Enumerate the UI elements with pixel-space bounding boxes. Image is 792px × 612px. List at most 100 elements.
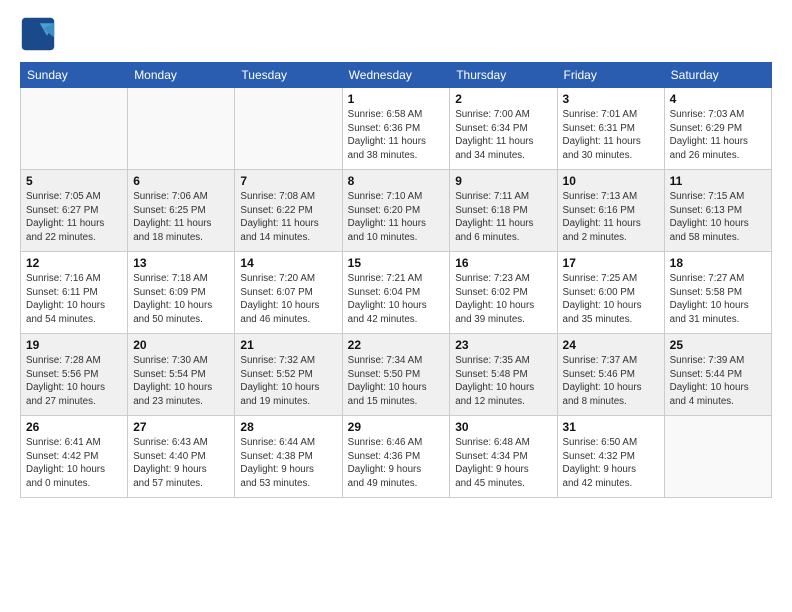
day-number: 25 bbox=[670, 338, 766, 352]
day-info: Sunrise: 6:58 AM Sunset: 6:36 PM Dayligh… bbox=[348, 108, 445, 163]
calendar: SundayMondayTuesdayWednesdayThursdayFrid… bbox=[20, 62, 772, 498]
day-number: 4 bbox=[670, 92, 766, 106]
day-info: Sunrise: 7:00 AM Sunset: 6:34 PM Dayligh… bbox=[455, 108, 551, 163]
calendar-cell: 15 Sunrise: 7:21 AM Sunset: 6:04 PM Dayli… bbox=[342, 252, 450, 334]
day-info: Sunrise: 6:50 AM Sunset: 4:32 PM Dayligh… bbox=[563, 436, 659, 491]
weekday-header-thursday: Thursday bbox=[450, 63, 557, 88]
day-number: 29 bbox=[348, 420, 445, 434]
calendar-cell: 31 Sunrise: 6:50 AM Sunset: 4:32 PM Dayli… bbox=[557, 416, 664, 498]
calendar-cell bbox=[21, 88, 128, 170]
weekday-header-wednesday: Wednesday bbox=[342, 63, 450, 88]
day-info: Sunrise: 7:15 AM Sunset: 6:13 PM Dayligh… bbox=[670, 190, 766, 245]
calendar-cell: 9 Sunrise: 7:11 AM Sunset: 6:18 PM Daylig… bbox=[450, 170, 557, 252]
day-number: 15 bbox=[348, 256, 445, 270]
week-row-0: 1 Sunrise: 6:58 AM Sunset: 6:36 PM Daylig… bbox=[21, 88, 772, 170]
day-number: 6 bbox=[133, 174, 229, 188]
day-info: Sunrise: 7:23 AM Sunset: 6:02 PM Dayligh… bbox=[455, 272, 551, 327]
header bbox=[20, 16, 772, 52]
calendar-cell: 17 Sunrise: 7:25 AM Sunset: 6:00 PM Dayli… bbox=[557, 252, 664, 334]
day-number: 16 bbox=[455, 256, 551, 270]
week-row-3: 19Sunrise: 7:28 AM Sunset: 5:56 PM Dayli… bbox=[21, 334, 772, 416]
day-number: 2 bbox=[455, 92, 551, 106]
day-number: 8 bbox=[348, 174, 445, 188]
day-number: 30 bbox=[455, 420, 551, 434]
logo bbox=[20, 16, 60, 52]
day-number: 24 bbox=[563, 338, 659, 352]
calendar-cell: 23Sunrise: 7:35 AM Sunset: 5:48 PM Dayli… bbox=[450, 334, 557, 416]
day-number: 11 bbox=[670, 174, 766, 188]
calendar-cell: 30 Sunrise: 6:48 AM Sunset: 4:34 PM Dayli… bbox=[450, 416, 557, 498]
day-info: Sunrise: 7:35 AM Sunset: 5:48 PM Dayligh… bbox=[455, 354, 551, 409]
calendar-cell: 19Sunrise: 7:28 AM Sunset: 5:56 PM Dayli… bbox=[21, 334, 128, 416]
calendar-cell: 10 Sunrise: 7:13 AM Sunset: 6:16 PM Dayli… bbox=[557, 170, 664, 252]
day-info: Sunrise: 7:01 AM Sunset: 6:31 PM Dayligh… bbox=[563, 108, 659, 163]
calendar-cell: 20 Sunrise: 7:30 AM Sunset: 5:54 PM Dayli… bbox=[128, 334, 235, 416]
day-number: 26 bbox=[26, 420, 122, 434]
day-number: 19 bbox=[26, 338, 122, 352]
day-number: 10 bbox=[563, 174, 659, 188]
calendar-cell bbox=[235, 88, 342, 170]
day-info: Sunrise: 7:21 AM Sunset: 6:04 PM Dayligh… bbox=[348, 272, 445, 327]
day-number: 12 bbox=[26, 256, 122, 270]
day-number: 7 bbox=[240, 174, 336, 188]
day-number: 28 bbox=[240, 420, 336, 434]
calendar-cell: 1 Sunrise: 6:58 AM Sunset: 6:36 PM Daylig… bbox=[342, 88, 450, 170]
weekday-header-tuesday: Tuesday bbox=[235, 63, 342, 88]
calendar-cell: 27Sunrise: 6:43 AM Sunset: 4:40 PM Dayli… bbox=[128, 416, 235, 498]
week-row-1: 5Sunrise: 7:05 AM Sunset: 6:27 PM Daylig… bbox=[21, 170, 772, 252]
calendar-cell: 24Sunrise: 7:37 AM Sunset: 5:46 PM Dayli… bbox=[557, 334, 664, 416]
day-number: 20 bbox=[133, 338, 229, 352]
page: SundayMondayTuesdayWednesdayThursdayFrid… bbox=[0, 0, 792, 508]
week-row-2: 12 Sunrise: 7:16 AM Sunset: 6:11 PM Dayli… bbox=[21, 252, 772, 334]
day-info: Sunrise: 6:48 AM Sunset: 4:34 PM Dayligh… bbox=[455, 436, 551, 491]
calendar-cell: 7 Sunrise: 7:08 AM Sunset: 6:22 PM Daylig… bbox=[235, 170, 342, 252]
calendar-cell: 28 Sunrise: 6:44 AM Sunset: 4:38 PM Dayli… bbox=[235, 416, 342, 498]
day-info: Sunrise: 7:16 AM Sunset: 6:11 PM Dayligh… bbox=[26, 272, 122, 327]
calendar-cell: 25 Sunrise: 7:39 AM Sunset: 5:44 PM Dayli… bbox=[664, 334, 771, 416]
calendar-cell: 13 Sunrise: 7:18 AM Sunset: 6:09 PM Dayli… bbox=[128, 252, 235, 334]
day-number: 5 bbox=[26, 174, 122, 188]
calendar-cell: 2 Sunrise: 7:00 AM Sunset: 6:34 PM Daylig… bbox=[450, 88, 557, 170]
weekday-header-row: SundayMondayTuesdayWednesdayThursdayFrid… bbox=[21, 63, 772, 88]
day-info: Sunrise: 7:30 AM Sunset: 5:54 PM Dayligh… bbox=[133, 354, 229, 409]
day-info: Sunrise: 6:44 AM Sunset: 4:38 PM Dayligh… bbox=[240, 436, 336, 491]
calendar-cell bbox=[128, 88, 235, 170]
day-info: Sunrise: 7:27 AM Sunset: 5:58 PM Dayligh… bbox=[670, 272, 766, 327]
day-number: 22 bbox=[348, 338, 445, 352]
calendar-cell: 21 Sunrise: 7:32 AM Sunset: 5:52 PM Dayli… bbox=[235, 334, 342, 416]
day-info: Sunrise: 7:10 AM Sunset: 6:20 PM Dayligh… bbox=[348, 190, 445, 245]
day-info: Sunrise: 7:20 AM Sunset: 6:07 PM Dayligh… bbox=[240, 272, 336, 327]
day-number: 9 bbox=[455, 174, 551, 188]
day-info: Sunrise: 7:18 AM Sunset: 6:09 PM Dayligh… bbox=[133, 272, 229, 327]
calendar-cell: 5Sunrise: 7:05 AM Sunset: 6:27 PM Daylig… bbox=[21, 170, 128, 252]
day-number: 3 bbox=[563, 92, 659, 106]
day-info: Sunrise: 7:03 AM Sunset: 6:29 PM Dayligh… bbox=[670, 108, 766, 163]
day-number: 17 bbox=[563, 256, 659, 270]
calendar-cell: 14Sunrise: 7:20 AM Sunset: 6:07 PM Dayli… bbox=[235, 252, 342, 334]
day-info: Sunrise: 6:41 AM Sunset: 4:42 PM Dayligh… bbox=[26, 436, 122, 491]
day-info: Sunrise: 6:43 AM Sunset: 4:40 PM Dayligh… bbox=[133, 436, 229, 491]
day-info: Sunrise: 7:25 AM Sunset: 6:00 PM Dayligh… bbox=[563, 272, 659, 327]
day-info: Sunrise: 7:08 AM Sunset: 6:22 PM Dayligh… bbox=[240, 190, 336, 245]
calendar-cell: 6 Sunrise: 7:06 AM Sunset: 6:25 PM Daylig… bbox=[128, 170, 235, 252]
weekday-header-saturday: Saturday bbox=[664, 63, 771, 88]
calendar-cell: 16 Sunrise: 7:23 AM Sunset: 6:02 PM Dayli… bbox=[450, 252, 557, 334]
calendar-cell: 12 Sunrise: 7:16 AM Sunset: 6:11 PM Dayli… bbox=[21, 252, 128, 334]
day-number: 31 bbox=[563, 420, 659, 434]
day-info: Sunrise: 7:11 AM Sunset: 6:18 PM Dayligh… bbox=[455, 190, 551, 245]
day-info: Sunrise: 7:13 AM Sunset: 6:16 PM Dayligh… bbox=[563, 190, 659, 245]
day-info: Sunrise: 7:06 AM Sunset: 6:25 PM Dayligh… bbox=[133, 190, 229, 245]
day-info: Sunrise: 7:39 AM Sunset: 5:44 PM Dayligh… bbox=[670, 354, 766, 409]
day-number: 21 bbox=[240, 338, 336, 352]
day-info: Sunrise: 7:34 AM Sunset: 5:50 PM Dayligh… bbox=[348, 354, 445, 409]
calendar-cell: 26 Sunrise: 6:41 AM Sunset: 4:42 PM Dayli… bbox=[21, 416, 128, 498]
calendar-cell: 8 Sunrise: 7:10 AM Sunset: 6:20 PM Daylig… bbox=[342, 170, 450, 252]
day-info: Sunrise: 7:32 AM Sunset: 5:52 PM Dayligh… bbox=[240, 354, 336, 409]
calendar-cell: 22 Sunrise: 7:34 AM Sunset: 5:50 PM Dayli… bbox=[342, 334, 450, 416]
day-number: 1 bbox=[348, 92, 445, 106]
calendar-cell: 3 Sunrise: 7:01 AM Sunset: 6:31 PM Daylig… bbox=[557, 88, 664, 170]
weekday-header-sunday: Sunday bbox=[21, 63, 128, 88]
day-number: 13 bbox=[133, 256, 229, 270]
week-row-4: 26 Sunrise: 6:41 AM Sunset: 4:42 PM Dayli… bbox=[21, 416, 772, 498]
calendar-cell: 18Sunrise: 7:27 AM Sunset: 5:58 PM Dayli… bbox=[664, 252, 771, 334]
